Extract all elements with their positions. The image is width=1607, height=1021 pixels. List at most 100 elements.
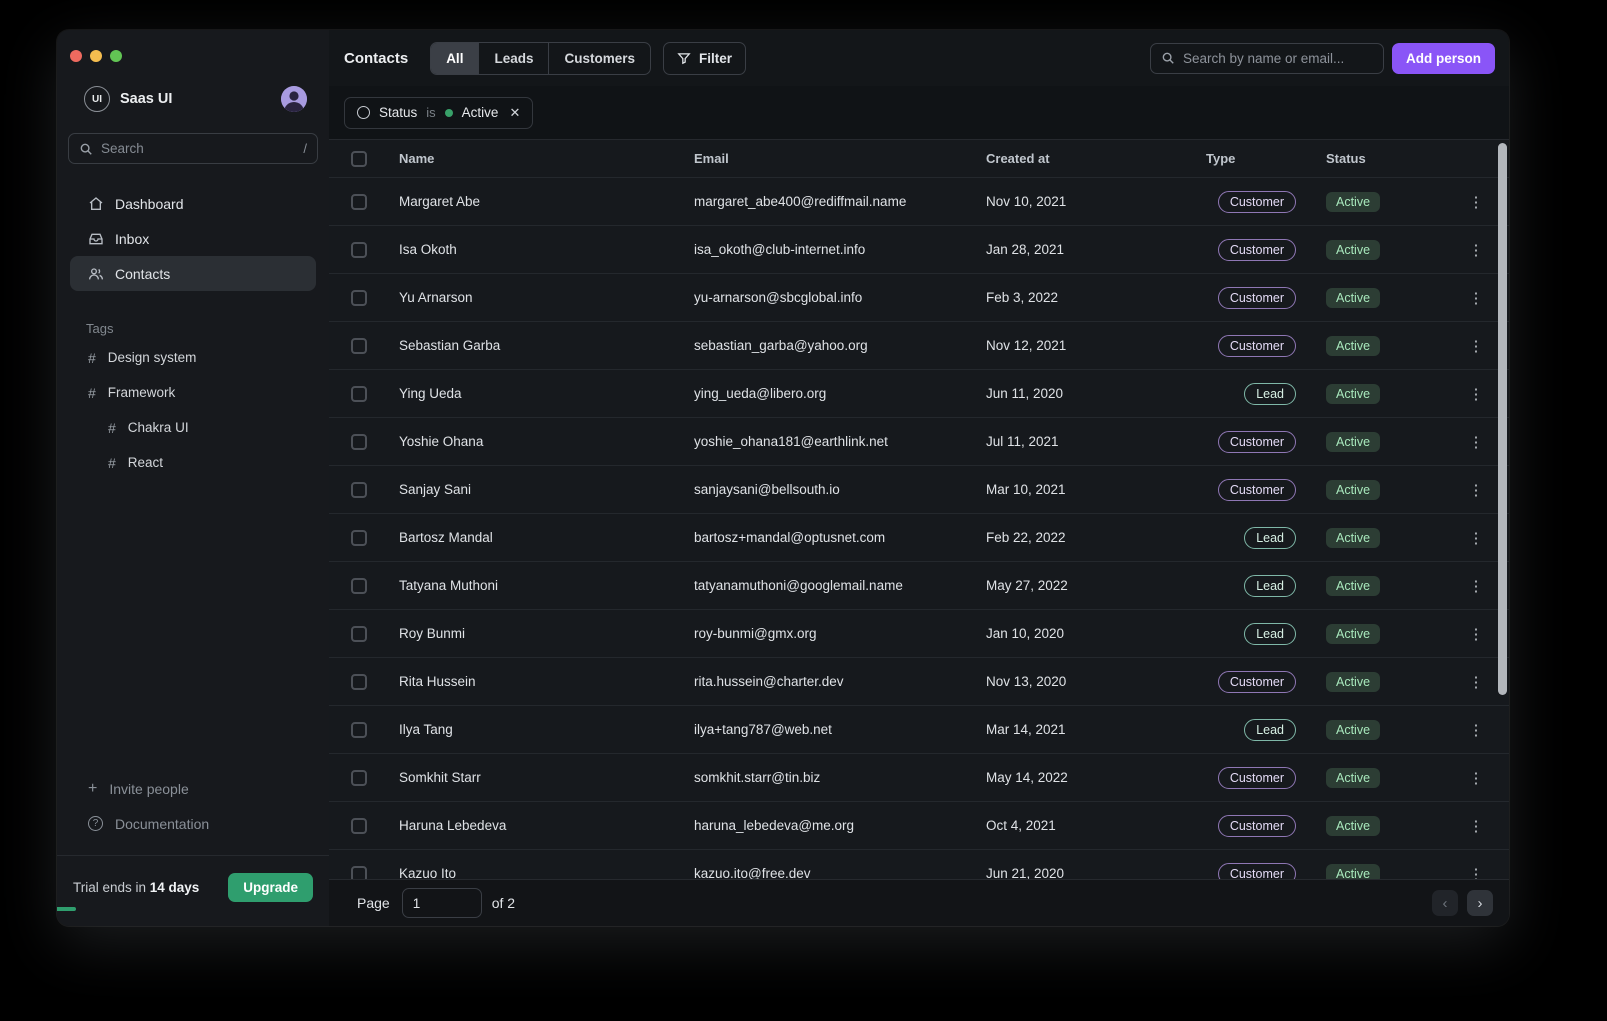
home-icon [88, 196, 104, 212]
row-checkbox[interactable] [351, 770, 367, 786]
row-actions-button[interactable]: ⋮ [1464, 529, 1488, 547]
row-checkbox[interactable] [351, 194, 367, 210]
tag-label: Framework [108, 385, 176, 400]
remove-filter-icon[interactable]: ✕ [509, 105, 520, 121]
previous-page-button[interactable]: ‹ [1432, 890, 1458, 916]
row-checkbox[interactable] [351, 434, 367, 450]
select-all-checkbox[interactable] [351, 151, 367, 167]
type-badge: Customer [1218, 863, 1296, 880]
chevron-left-icon: ‹ [1443, 895, 1448, 912]
table-row[interactable]: Yu Arnarson yu-arnarson@sbcglobal.info F… [329, 274, 1509, 322]
row-actions-button[interactable]: ⋮ [1464, 481, 1488, 499]
upgrade-button[interactable]: Upgrade [228, 873, 313, 902]
segment-leads[interactable]: Leads [478, 43, 548, 74]
sidebar-search-placeholder: Search [101, 141, 295, 156]
row-actions-button[interactable]: ⋮ [1464, 193, 1488, 211]
page-number-input[interactable] [402, 888, 482, 918]
sidebar-item-dashboard[interactable]: Dashboard [70, 186, 316, 221]
invite-people-link[interactable]: + Invite people [70, 771, 316, 806]
row-checkbox[interactable] [351, 866, 367, 880]
row-checkbox[interactable] [351, 722, 367, 738]
row-actions-button[interactable]: ⋮ [1464, 289, 1488, 307]
table-row[interactable]: Bartosz Mandal bartosz+mandal@optusnet.c… [329, 514, 1509, 562]
table-row[interactable]: Sanjay Sani sanjaysani@bellsouth.io Mar … [329, 466, 1509, 514]
close-window-button[interactable] [70, 50, 82, 62]
row-actions-button[interactable]: ⋮ [1464, 721, 1488, 739]
row-actions-button[interactable]: ⋮ [1464, 337, 1488, 355]
contact-name: Kazuo Ito [399, 866, 694, 879]
sidebar-item-contacts[interactable]: Contacts [70, 256, 316, 291]
segment-customers[interactable]: Customers [548, 43, 650, 74]
contact-name: Yu Arnarson [399, 290, 694, 305]
tag-design-system[interactable]: # Design system [70, 340, 316, 375]
filter-button[interactable]: Filter [663, 42, 746, 75]
column-header-email: Email [694, 151, 986, 166]
status-badge: Active [1326, 336, 1380, 356]
minimize-window-button[interactable] [90, 50, 102, 62]
table-row[interactable]: Ying Ueda ying_ueda@libero.org Jun 11, 2… [329, 370, 1509, 418]
contact-name: Somkhit Starr [399, 770, 694, 785]
table-row[interactable]: Margaret Abe margaret_abe400@rediffmail.… [329, 178, 1509, 226]
table-scrollbar[interactable] [1498, 143, 1507, 695]
sidebar-item-inbox[interactable]: Inbox [70, 221, 316, 256]
documentation-link[interactable]: ? Documentation [70, 806, 316, 841]
contact-created-date: Feb 3, 2022 [986, 290, 1206, 305]
page-count-text: of 2 [492, 895, 515, 911]
table-row[interactable]: Kazuo Ito kazuo.ito@free.dev Jun 21, 202… [329, 850, 1509, 879]
status-badge: Active [1326, 576, 1380, 596]
row-actions-button[interactable]: ⋮ [1464, 817, 1488, 835]
status-filter-chip[interactable]: Status is Active ✕ [344, 97, 533, 129]
segment-all[interactable]: All [431, 43, 478, 74]
row-actions-button[interactable]: ⋮ [1464, 433, 1488, 451]
contact-email: tatyanamuthoni@googlemail.name [694, 578, 986, 593]
tag-react[interactable]: # React [70, 445, 316, 480]
type-badge: Customer [1218, 815, 1296, 837]
table-row[interactable]: Roy Bunmi roy-bunmi@gmx.org Jan 10, 2020… [329, 610, 1509, 658]
next-page-button[interactable]: › [1467, 890, 1493, 916]
table-row[interactable]: Tatyana Muthoni tatyanamuthoni@googlemai… [329, 562, 1509, 610]
row-checkbox[interactable] [351, 482, 367, 498]
toolbar: Contacts All Leads Customers Filter [329, 30, 1509, 86]
table-row[interactable]: Yoshie Ohana yoshie_ohana181@earthlink.n… [329, 418, 1509, 466]
tag-framework[interactable]: # Framework [70, 375, 316, 410]
row-checkbox[interactable] [351, 386, 367, 402]
row-actions-button[interactable]: ⋮ [1464, 865, 1488, 880]
tag-label: React [128, 455, 163, 470]
table-row[interactable]: Isa Okoth isa_okoth@club-internet.info J… [329, 226, 1509, 274]
add-person-button[interactable]: Add person [1392, 43, 1495, 74]
row-actions-button[interactable]: ⋮ [1464, 673, 1488, 691]
table-row[interactable]: Ilya Tang ilya+tang787@web.net Mar 14, 2… [329, 706, 1509, 754]
row-actions-button[interactable]: ⋮ [1464, 625, 1488, 643]
funnel-icon [677, 51, 691, 65]
row-actions-button[interactable]: ⋮ [1464, 241, 1488, 259]
table-row[interactable]: Rita Hussein rita.hussein@charter.dev No… [329, 658, 1509, 706]
table-row[interactable]: Haruna Lebedeva haruna_lebedeva@me.org O… [329, 802, 1509, 850]
row-checkbox[interactable] [351, 674, 367, 690]
tags-heading: Tags [86, 321, 329, 336]
row-checkbox[interactable] [351, 578, 367, 594]
tag-label: Chakra UI [128, 420, 189, 435]
window-controls [57, 30, 329, 62]
contacts-search-input[interactable]: Search by name or email... [1150, 43, 1384, 74]
table-row[interactable]: Somkhit Starr somkhit.starr@tin.biz May … [329, 754, 1509, 802]
table-row[interactable]: Sebastian Garba sebastian_garba@yahoo.or… [329, 322, 1509, 370]
maximize-window-button[interactable] [110, 50, 122, 62]
status-badge: Active [1326, 192, 1380, 212]
type-badge: Customer [1218, 239, 1296, 261]
row-actions-button[interactable]: ⋮ [1464, 577, 1488, 595]
contact-created-date: Jun 21, 2020 [986, 866, 1206, 879]
sidebar-item-label: Dashboard [115, 196, 184, 212]
row-checkbox[interactable] [351, 290, 367, 306]
row-checkbox[interactable] [351, 530, 367, 546]
tag-chakra-ui[interactable]: # Chakra UI [70, 410, 316, 445]
sidebar-search-input[interactable]: Search / [68, 133, 318, 164]
status-badge: Active [1326, 480, 1380, 500]
row-checkbox[interactable] [351, 818, 367, 834]
user-avatar[interactable] [281, 86, 307, 112]
row-checkbox[interactable] [351, 242, 367, 258]
row-actions-button[interactable]: ⋮ [1464, 769, 1488, 787]
main-content: Contacts All Leads Customers Filter [329, 30, 1509, 926]
row-checkbox[interactable] [351, 626, 367, 642]
row-checkbox[interactable] [351, 338, 367, 354]
row-actions-button[interactable]: ⋮ [1464, 385, 1488, 403]
